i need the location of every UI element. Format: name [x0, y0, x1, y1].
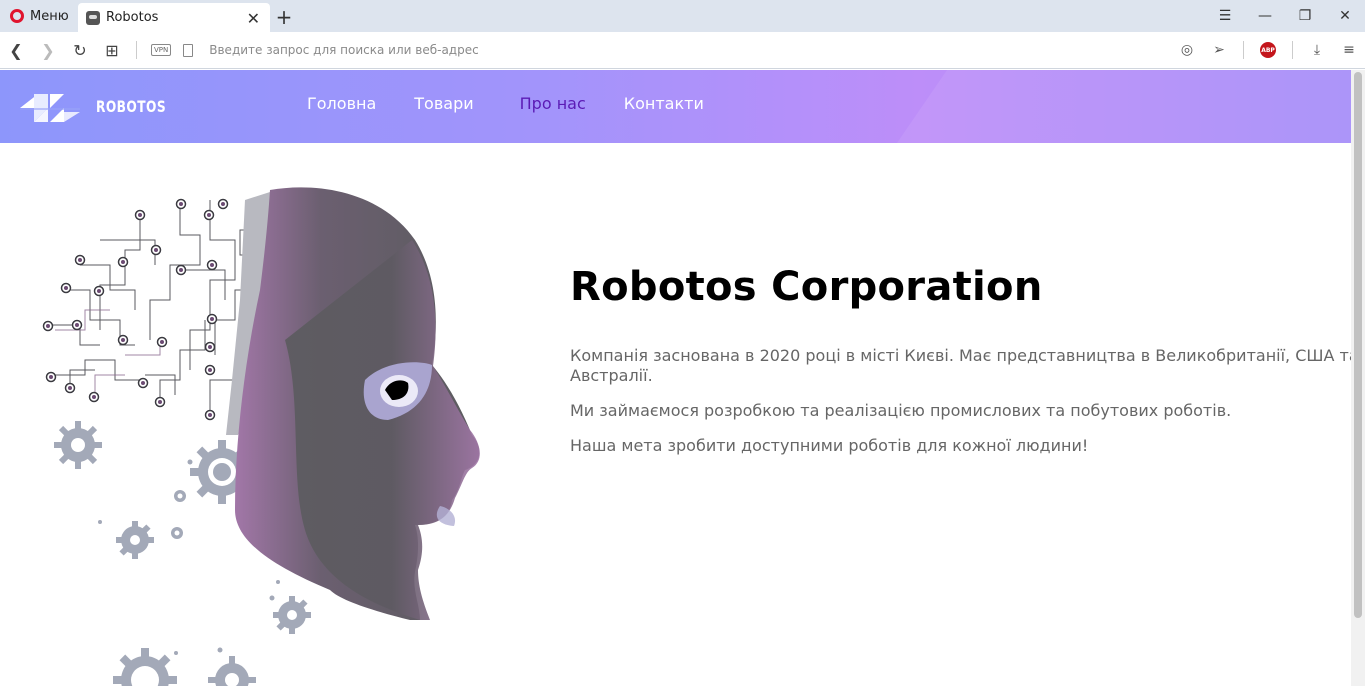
scrollbar-thumb[interactable] [1354, 72, 1362, 618]
easy-setup-icon[interactable]: ≡ [1333, 32, 1365, 68]
nav-contacts[interactable]: Контакти [624, 94, 704, 113]
tab-list-icon[interactable]: ☰ [1205, 0, 1245, 32]
robotos-logo-icon [20, 94, 80, 122]
page-scrollbar[interactable] [1351, 70, 1365, 686]
back-icon[interactable]: ❮ [0, 32, 32, 68]
window-close-icon[interactable]: ✕ [1325, 0, 1365, 32]
toolbar-divider [1243, 41, 1244, 59]
header-decoration [897, 70, 1351, 143]
browser-menu-button[interactable]: Меню [0, 0, 78, 32]
window-controls: ☰ — ❐ ✕ [1205, 0, 1365, 32]
vpn-badge[interactable]: VPN [151, 44, 172, 56]
about-paragraph-2: Ми займаємося розробкою та реалізацією п… [570, 401, 1232, 420]
about-paragraph-1: Компанія заснована в 2020 році в місті К… [570, 346, 1359, 385]
adblock-button[interactable]: ABP [1252, 32, 1284, 68]
tab-title: Robotos [106, 10, 159, 25]
speed-dial-icon[interactable]: ⊞ [96, 32, 128, 68]
nav-products[interactable]: Товари [414, 94, 473, 113]
download-icon[interactable]: ⤓ [1301, 32, 1333, 68]
send-icon[interactable]: ➢ [1203, 32, 1235, 68]
toolbar-divider [136, 41, 137, 59]
adblock-icon: ABP [1260, 42, 1276, 58]
nav-about[interactable]: Про нас [520, 94, 586, 113]
about-paragraph-3: Наша мета зробити доступними роботів для… [570, 436, 1089, 455]
toolbar-divider [1292, 41, 1293, 59]
address-input[interactable]: Введите запрос для поиска или веб-адрес [209, 43, 1171, 57]
reload-icon[interactable]: ↻ [64, 32, 96, 68]
page-title: Robotos Corporation [570, 264, 1043, 310]
site-logo[interactable]: ROBOTOS [20, 90, 178, 122]
minimize-icon[interactable]: — [1245, 0, 1285, 32]
logo-text: ROBOTOS [96, 96, 167, 116]
browser-menu-label: Меню [30, 8, 69, 24]
snapshot-icon[interactable]: ◎ [1171, 32, 1203, 68]
tab-close-icon[interactable]: ✕ [247, 9, 260, 28]
browser-address-bar: ❮ ❯ ↻ ⊞ VPN Введите запрос для поиска ил… [0, 32, 1365, 69]
site-header: ROBOTOS Головна Товари Про нас Контакти [0, 70, 1351, 143]
page-info-icon[interactable] [183, 43, 194, 57]
browser-tab-active[interactable]: Robotos ✕ [78, 3, 270, 32]
opera-logo-icon [10, 9, 24, 23]
forward-icon[interactable]: ❯ [32, 32, 64, 68]
about-section: Robotos Corporation Компанія заснована в… [570, 264, 1360, 471]
restore-icon[interactable]: ❐ [1285, 0, 1325, 32]
nav-home[interactable]: Головна [307, 94, 376, 113]
robot-favicon-icon [86, 10, 100, 25]
new-tab-button[interactable]: + [270, 2, 298, 32]
browser-tab-bar: Меню Robotos ✕ + ☰ — ❐ ✕ [0, 0, 1365, 32]
robot-head-illustration [42, 187, 480, 686]
main-nav: Головна Товари Про нас Контакти [307, 94, 742, 113]
